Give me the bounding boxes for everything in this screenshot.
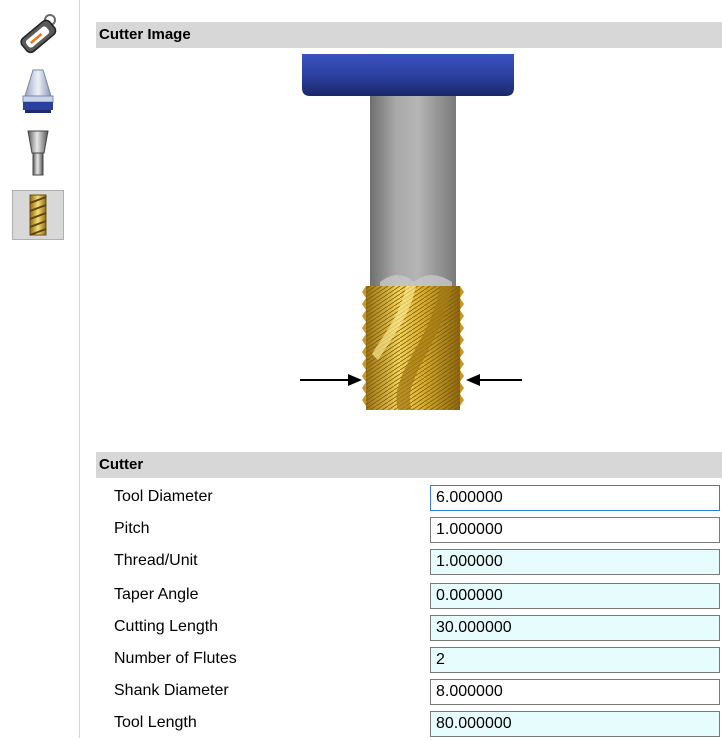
holder-icon [22, 69, 54, 113]
cutter-image-header: Cutter Image [96, 22, 722, 48]
param-row-pitch: Pitch [96, 514, 722, 546]
main-panel: Cutter Image Cutter Tool Diameter 6.0000… [80, 0, 722, 738]
shank-diameter-label: Shank Diameter [114, 682, 229, 699]
param-row-shank-diameter: Shank Diameter [96, 676, 722, 708]
cutter-preview-image [300, 54, 522, 410]
cutting-length-input[interactable] [430, 615, 720, 641]
tool-diameter-label: Tool Diameter [114, 488, 213, 505]
thread-mill-icon [29, 194, 47, 236]
param-row-number-of-flutes: Number of Flutes [96, 644, 722, 676]
tool-length-input[interactable] [430, 711, 720, 737]
tool-holder-button[interactable] [12, 66, 64, 116]
taper-angle-label: Taper Angle [114, 586, 199, 603]
tag-icon [20, 14, 57, 54]
cutting-length-label: Cutting Length [114, 618, 219, 635]
tool-cutter-button[interactable] [12, 190, 64, 240]
pitch-input[interactable] [430, 517, 720, 543]
tool-component-toolbar [0, 0, 80, 738]
param-row-cutting-length: Cutting Length [96, 612, 722, 644]
param-row-thread-unit: Thread/Unit [96, 546, 722, 578]
tool-extension-button[interactable] [12, 128, 64, 178]
tool-length-label: Tool Length [114, 714, 197, 731]
number-of-flutes-label: Number of Flutes [114, 650, 237, 667]
pitch-label: Pitch [114, 520, 150, 537]
tool-diameter-input[interactable] [430, 485, 720, 511]
param-row-tool-length: Tool Length [96, 708, 722, 740]
param-row-tool-diameter: Tool Diameter [96, 482, 722, 514]
thread-unit-label: Thread/Unit [114, 552, 198, 569]
taper-angle-input[interactable] [430, 583, 720, 609]
shank-diameter-input[interactable] [430, 679, 720, 705]
number-of-flutes-input[interactable] [430, 647, 720, 673]
param-row-taper-angle: Taper Angle [96, 580, 722, 612]
extension-icon [27, 130, 49, 176]
cutter-section-header: Cutter [96, 452, 722, 478]
tool-tag-button[interactable] [12, 8, 64, 58]
thread-unit-input[interactable] [430, 549, 720, 575]
